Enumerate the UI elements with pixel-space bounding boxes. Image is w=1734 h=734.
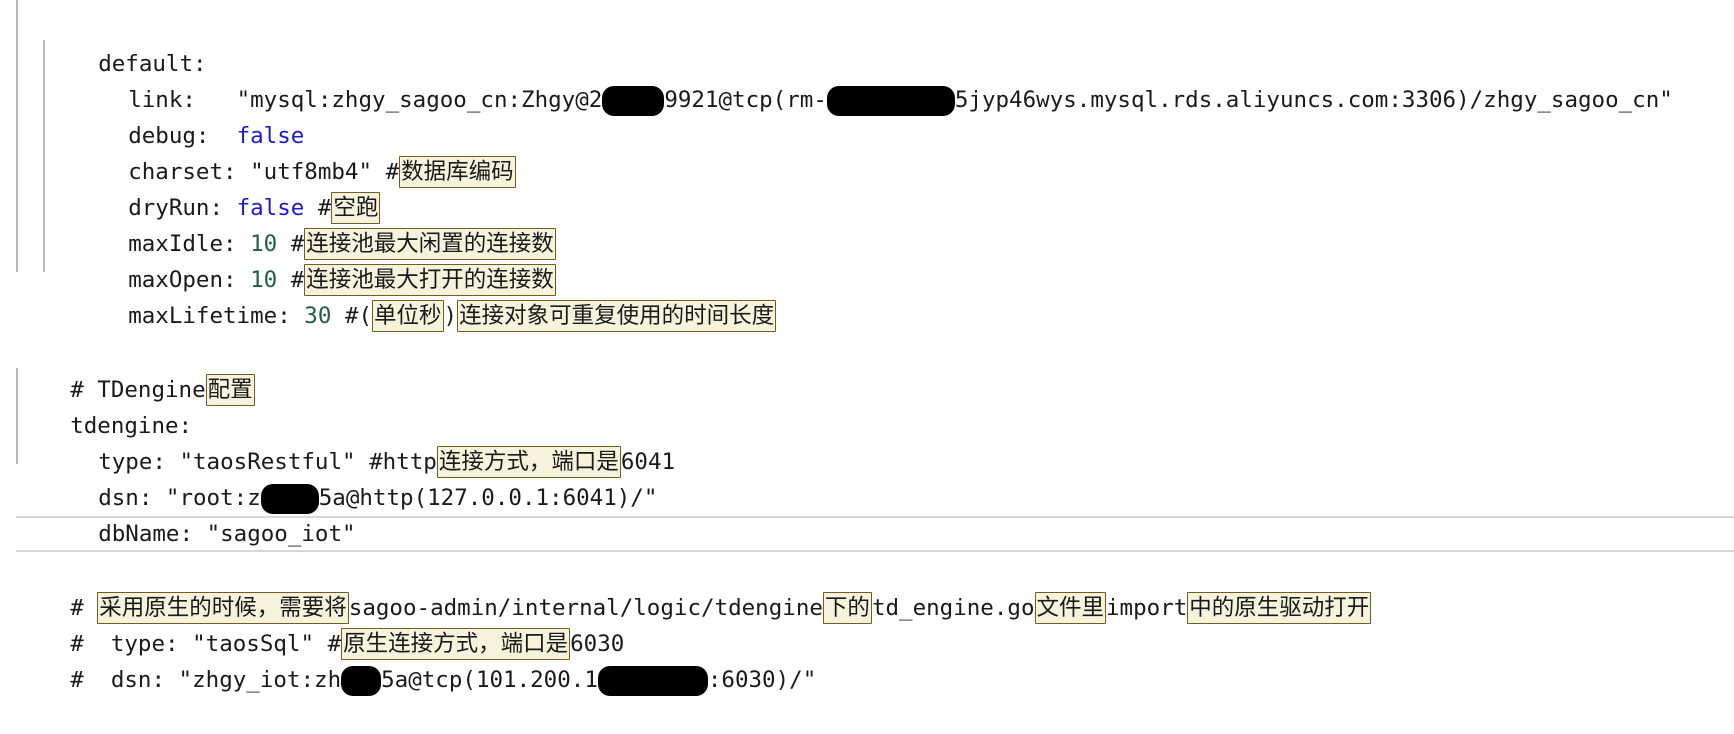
comment-hash: # xyxy=(385,159,400,185)
redaction-mark xyxy=(597,665,708,696)
redaction-mark xyxy=(341,665,382,696)
code-line-native-comment: # 采用原生的时候，需要将sagoo-admin/internal/logic/… xyxy=(16,554,1372,624)
redaction-mark xyxy=(602,85,665,116)
code-line-tdengine: tdengine: xyxy=(16,372,192,439)
code-line-dryrun: dryRun: false #空跑 xyxy=(74,154,381,224)
comment-text: td_engine.go xyxy=(871,595,1035,621)
code-line-maxidle: maxIdle: 10 #连接池最大闲置的连接数 xyxy=(74,190,556,260)
code-line-dbname: dbName: "sagoo_iot" xyxy=(44,480,355,547)
highlighted-comment: 下的 xyxy=(822,592,872,624)
code-line-tdengine-comment: # TDengine配置 xyxy=(16,336,255,406)
comment-paren: ) xyxy=(443,303,458,329)
highlighted-comment: 配置 xyxy=(205,374,255,406)
yaml-key: dbName: xyxy=(98,521,194,547)
code-line-charset: charset: "utf8mb4" #数据库编码 xyxy=(74,118,516,188)
code-line-debug: debug: false xyxy=(74,82,304,149)
redaction-mark xyxy=(826,85,955,116)
highlighted-comment: 单位秒 xyxy=(372,300,444,332)
comment-text: :6030)/" xyxy=(707,667,817,693)
yaml-string-value: 5jyp46wys.mysql.rds.aliyuncs.com:3306)/z… xyxy=(954,87,1673,113)
code-line-commented-dsn: # dsn: "zhgy_iot:zh 5a@tcp(101.200.1 :6030… xyxy=(16,626,816,696)
comment-text: import xyxy=(1106,595,1188,621)
code-line-dsn: dsn: "root:z 5a@http(127.0.0.1:6041)/" xyxy=(44,444,657,514)
code-line-type: type: "taosRestful" #http连接方式，端口是6041 xyxy=(44,408,675,478)
highlighted-comment: 连接对象可重复使用的时间长度 xyxy=(457,300,777,332)
code-line-link: link: "mysql:zhgy_sagoo_cn:Zhgy@2 9921@tc… xyxy=(74,46,1673,116)
highlighted-comment: 文件里 xyxy=(1034,592,1107,624)
yaml-string-value: "sagoo_iot" xyxy=(206,521,356,547)
highlighted-comment: 中的原生驱动打开 xyxy=(1187,592,1372,624)
code-line-default: default: xyxy=(44,10,206,77)
highlighted-comment: 数据库编码 xyxy=(399,156,516,188)
code-line-maxlifetime: maxLifetime: 30 #(单位秒)连接对象可重复使用的时间长度 xyxy=(74,262,777,332)
code-line-commented-type: # type: "taosSql" #原生连接方式，端口是6030 xyxy=(16,590,624,660)
yaml-number-value: 30 xyxy=(304,303,332,329)
comment-hash: #( xyxy=(344,303,373,329)
yaml-string-value: 9921@tcp(rm- xyxy=(664,87,827,113)
code-line-maxopen: maxOpen: 10 #连接池最大打开的连接数 xyxy=(74,226,556,296)
code-editor[interactable]: default: link: "mysql:zhgy_sagoo_cn:Zhgy… xyxy=(0,0,1734,696)
yaml-string-value: 5a@http(127.0.0.1:6041)/" xyxy=(318,485,658,511)
indent-guide xyxy=(16,0,18,272)
yaml-key: maxLifetime: xyxy=(128,303,291,329)
comment-text: # dsn: "zhgy_iot:zh xyxy=(70,667,342,693)
comment-text: 5a@tcp(101.200.1 xyxy=(381,667,598,693)
